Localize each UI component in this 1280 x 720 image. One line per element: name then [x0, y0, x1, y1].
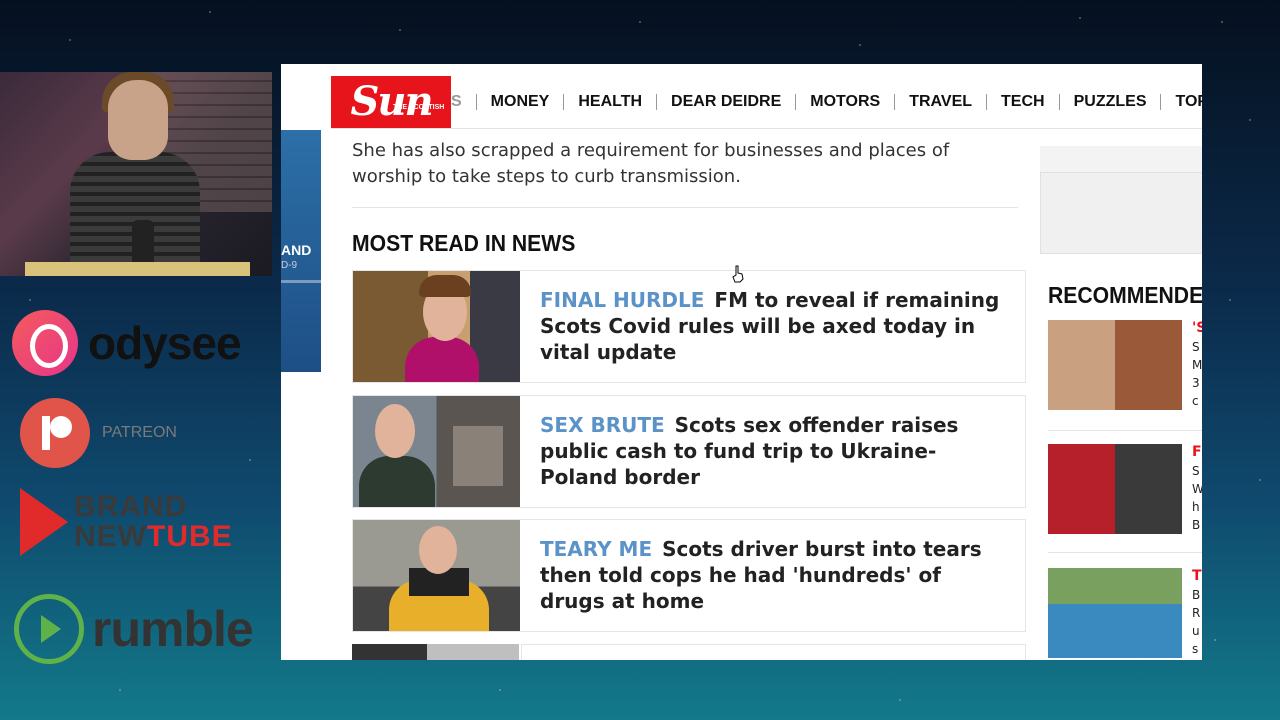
rumble-logo: rumble	[12, 594, 254, 664]
nav-item-money[interactable]: MONEY	[475, 94, 564, 110]
recommended-kicker: 'S	[1192, 320, 1202, 336]
news-headline[interactable]: SEX BRUTE Scots sex offender raises publi…	[540, 412, 1010, 490]
news-card[interactable]: FINAL HURDLE FM to reveal if remaining Sc…	[352, 270, 1026, 383]
odysee-icon	[12, 310, 78, 376]
right-sidebar: RECOMMENDED 'S SM3c F SWhB T BRus	[1040, 64, 1202, 660]
recommended-item[interactable]: T BRus	[1048, 568, 1202, 658]
desk-light	[25, 262, 250, 276]
nav-item-partial[interactable]: S	[451, 94, 476, 110]
webcam-feed	[0, 72, 272, 276]
ad-slot	[1040, 172, 1202, 254]
nav-item-travel[interactable]: TRAVEL	[894, 94, 986, 110]
patreon-icon	[20, 398, 90, 468]
recommended-thumbnail[interactable]	[1048, 444, 1182, 534]
nav-item-motors[interactable]: MOTORS	[795, 94, 894, 110]
streamer-head	[108, 80, 168, 160]
recommended-heading: RECOMMENDED	[1048, 282, 1202, 308]
recommended-kicker: T	[1192, 568, 1202, 584]
patreon-text: PATREON	[102, 424, 177, 441]
recommended-thumbnail[interactable]	[1048, 320, 1182, 410]
news-card[interactable]: SEX BRUTE Scots sex offender raises publi…	[352, 395, 1026, 508]
news-thumbnail[interactable]	[353, 271, 520, 382]
recommended-text[interactable]: SWhB	[1192, 462, 1202, 534]
nav-item-health[interactable]: HEALTH	[563, 94, 656, 110]
article-paragraph: She has also scrapped a requirement for …	[352, 140, 950, 187]
recommended-thumbnail[interactable]	[1048, 568, 1182, 658]
rumble-text: rumble	[92, 601, 254, 657]
recommended-kicker: F	[1192, 444, 1202, 460]
bnt-line2: NEWTUBE	[74, 520, 233, 553]
news-headline[interactable]: TEARY ME Scots driver burst into tears th…	[540, 536, 1010, 614]
play-icon	[20, 488, 68, 556]
nav-item-dear-deidre[interactable]: DEAR DEIDRE	[656, 94, 795, 110]
recommended-text[interactable]: BRus	[1192, 586, 1200, 658]
recommended-item[interactable]: 'S SM3c	[1048, 320, 1202, 410]
odysee-text: odysee	[88, 317, 242, 369]
ad-slot	[1040, 146, 1202, 172]
news-kicker: TEARY ME	[540, 537, 653, 561]
patreon-logo: PATREON	[12, 398, 177, 468]
browser-capture: AND D-9 Sun THE SCOTTISH S MONEY HEALTH …	[281, 64, 1202, 660]
bnt-line1: BRAND	[74, 490, 188, 523]
news-kicker: FINAL HURDLE	[540, 288, 705, 312]
divider	[352, 207, 1018, 208]
side-video-strip: AND D-9	[281, 130, 321, 372]
news-headline[interactable]: FINAL HURDLE FM to reveal if remaining Sc…	[540, 287, 1010, 365]
news-thumbnail-partial[interactable]	[352, 644, 519, 660]
news-card-partial[interactable]	[521, 644, 1026, 660]
news-thumbnail[interactable]	[353, 396, 520, 507]
news-kicker: SEX BRUTE	[540, 413, 665, 437]
news-thumbnail[interactable]	[353, 520, 520, 631]
odysee-logo: odysee	[12, 310, 242, 376]
sun-logo[interactable]: Sun THE SCOTTISH	[331, 76, 451, 128]
brandnewtube-logo: BRAND NEWTUBE	[12, 488, 233, 556]
rumble-icon	[14, 594, 84, 664]
news-card[interactable]: TEARY ME Scots driver burst into tears th…	[352, 519, 1026, 632]
most-read-heading: MOST READ IN NEWS	[352, 230, 576, 256]
recommended-item[interactable]: F SWhB	[1048, 444, 1202, 534]
side-strip-text: AND	[281, 242, 312, 258]
recommended-text[interactable]: SM3c	[1192, 338, 1202, 410]
hand-cursor-icon	[732, 265, 744, 283]
side-strip-subtext: D-9	[281, 260, 298, 271]
